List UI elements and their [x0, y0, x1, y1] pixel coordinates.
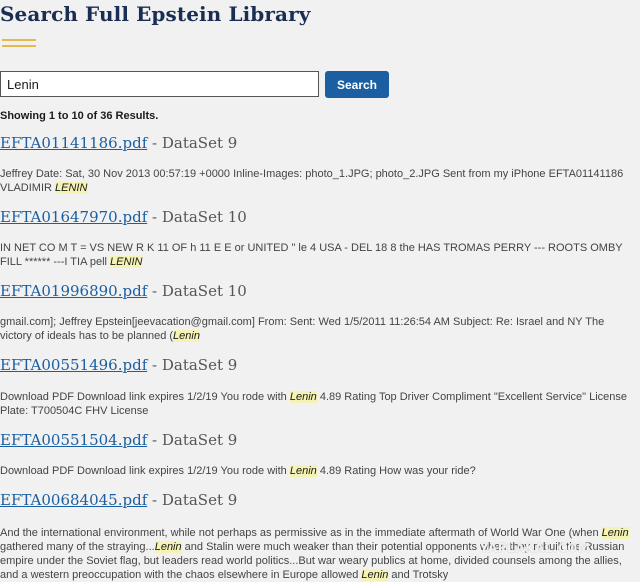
result-link[interactable]: EFTA00551496.pdf [0, 356, 147, 374]
search-highlight: Lenin [361, 569, 389, 581]
result-title: EFTA00551504.pdf - DataSet 9 [0, 431, 237, 449]
page-title: Search Full Epstein Library [0, 2, 311, 26]
result-snippet: Jeffrey Date: Sat, 30 Nov 2013 00:57:19 … [0, 167, 636, 195]
search-highlight: LENIN [110, 256, 143, 268]
result-link[interactable]: EFTA01647970.pdf [0, 208, 147, 226]
result-separator: - [147, 208, 162, 226]
result-title: EFTA00684045.pdf - DataSet 9 [0, 491, 237, 509]
result-dataset: DataSet 10 [161, 208, 247, 226]
result-separator: - [147, 431, 162, 449]
result-title: EFTA01647970.pdf - DataSet 10 [0, 208, 247, 226]
snippet-text: IN NET CO M T = VS NEW R K 11 OF h 11 E … [0, 242, 623, 268]
result-title: EFTA01996890.pdf - DataSet 10 [0, 282, 247, 300]
result-dataset: DataSet 9 [161, 134, 238, 152]
snippet-text: Download PDF Download link expires 1/2/1… [0, 391, 290, 403]
snippet-text: Jeffrey Date: Sat, 30 Nov 2013 00:57:19 … [0, 168, 624, 194]
search-highlight: LENIN [55, 182, 88, 194]
snippet-text: And the international environment, while… [0, 527, 602, 539]
snippet-text: gmail.com]; Jeffrey Epstein[jeevacation@… [0, 316, 605, 342]
search-highlight: Lenin [601, 527, 629, 539]
result-snippet: Download PDF Download link expires 1/2/1… [0, 390, 636, 418]
result-separator: - [147, 282, 162, 300]
results-summary: Showing 1 to 10 of 36 Results. [0, 110, 159, 122]
snippet-text: Download PDF Download link expires 1/2/1… [0, 465, 290, 477]
snippet-text: 4.89 Rating How was your ride? [316, 465, 476, 477]
result-title: EFTA01141186.pdf - DataSet 9 [0, 134, 237, 152]
result-dataset: DataSet 9 [161, 356, 238, 374]
result-separator: - [147, 134, 162, 152]
title-underline-2 [2, 45, 36, 47]
result-dataset: DataSet 9 [161, 491, 238, 509]
search-highlight: Lenin [289, 465, 317, 477]
result-link[interactable]: EFTA01141186.pdf [0, 134, 147, 152]
result-snippet: IN NET CO M T = VS NEW R K 11 OF h 11 E … [0, 241, 636, 269]
result-snippet: gmail.com]; Jeffrey Epstein[jeevacation@… [0, 315, 636, 343]
snippet-text: and Trotsky [388, 569, 449, 581]
search-button[interactable]: Search [325, 71, 389, 98]
search-highlight: Lenin [154, 541, 182, 553]
search-input[interactable] [0, 71, 319, 97]
watermark: YAPLAKAL.COM [480, 541, 591, 555]
result-link[interactable]: EFTA00551504.pdf [0, 431, 147, 449]
result-link[interactable]: EFTA00684045.pdf [0, 491, 147, 509]
search-highlight: Lenin [289, 391, 317, 403]
result-separator: - [147, 356, 162, 374]
result-separator: - [147, 491, 162, 509]
result-link[interactable]: EFTA01996890.pdf [0, 282, 147, 300]
search-highlight: Lenin [173, 330, 200, 342]
result-snippet: Download PDF Download link expires 1/2/1… [0, 464, 636, 478]
snippet-text: gathered many of the straying... [0, 541, 155, 553]
result-title: EFTA00551496.pdf - DataSet 9 [0, 356, 237, 374]
result-dataset: DataSet 10 [161, 282, 247, 300]
title-underline [2, 39, 36, 41]
result-dataset: DataSet 9 [161, 431, 238, 449]
